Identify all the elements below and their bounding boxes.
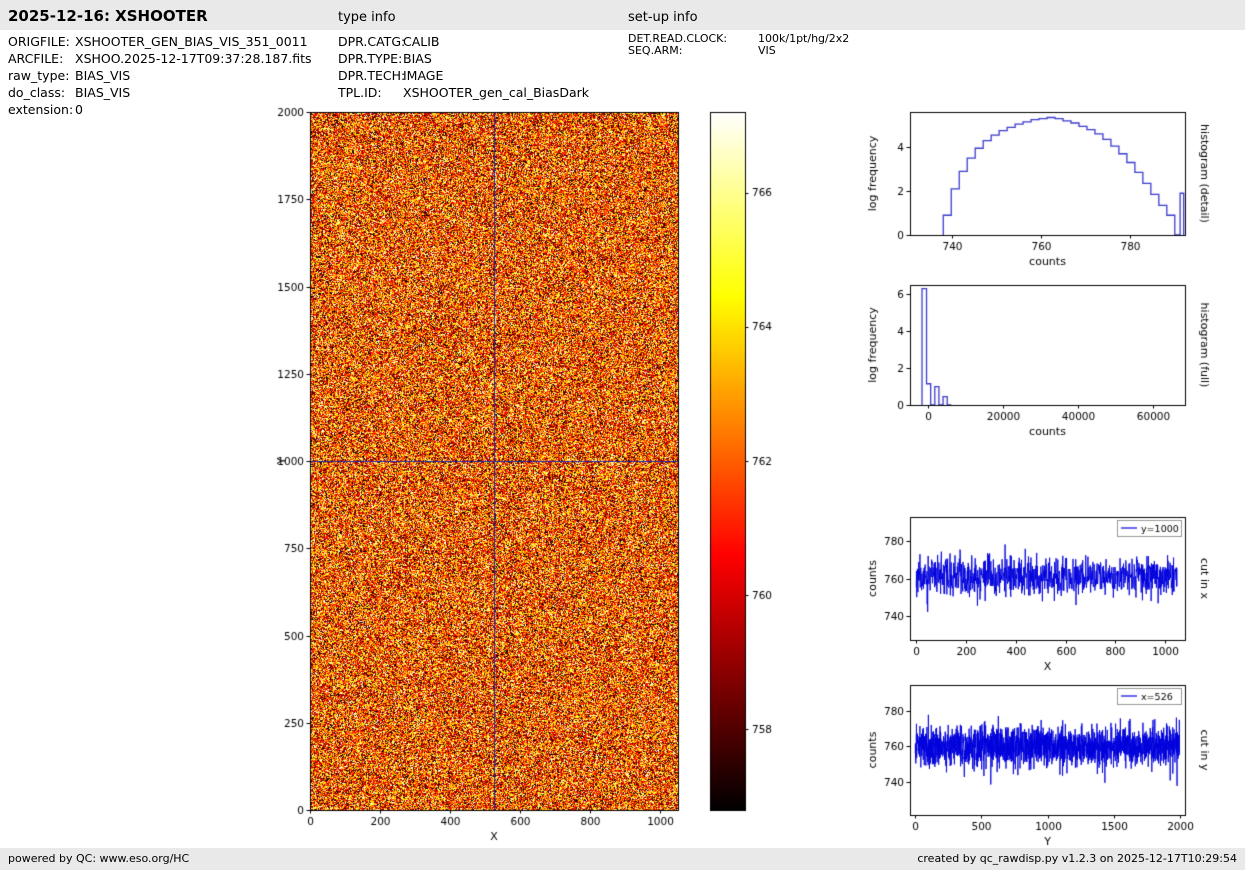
footer-bar: powered by QC: www.eso.org/HC created by…: [0, 848, 1245, 870]
tpl-id-row: TPL.ID: XSHOOTER_gen_cal_BiasDark: [338, 84, 589, 101]
raw-type-value: BIAS_VIS: [75, 68, 131, 83]
seq-arm-row: SEQ.ARM: VIS: [628, 45, 849, 57]
tpl-id-value: XSHOOTER_gen_cal_BiasDark: [403, 85, 589, 100]
arcfile-row: ARCFILE: XSHOO.2025-12-17T09:37:28.187.fi…: [8, 50, 312, 67]
type-info-block: DPR.CATG:CALIB DPR.TYPE:BIAS DPR.TECH:IM…: [338, 33, 589, 101]
tpl-id-label: TPL.ID:: [338, 85, 382, 100]
dpr-catg-row: DPR.CATG:CALIB: [338, 33, 589, 50]
dpr-type-label: DPR.TYPE:: [338, 51, 403, 66]
seq-arm-label: SEQ.ARM:: [628, 44, 683, 57]
origfile-value: XSHOOTER_GEN_BIAS_VIS_351_0011: [75, 34, 308, 49]
dpr-tech-label: DPR.TECH:: [338, 68, 406, 83]
setup-info-header: set-up info: [628, 10, 698, 25]
raw-type-label: raw_type:: [8, 68, 70, 83]
dpr-tech-value: IMAGE: [403, 68, 444, 83]
dpr-type-value: BIAS: [403, 51, 432, 66]
do-class-row: do_class: BIAS_VIS: [8, 84, 312, 101]
arcfile-label: ARCFILE:: [8, 51, 64, 66]
footer-right-text: created by qc_rawdisp.py v1.2.3 on 2025-…: [917, 852, 1237, 865]
page-title: 2025-12-16: XSHOOTER: [8, 7, 208, 25]
dpr-catg-value: CALIB: [403, 34, 440, 49]
setup-info-block: DET.READ.CLOCK: 100k/1pt/hg/2x2 SEQ.ARM: V…: [628, 33, 849, 57]
cut-in-y-chart: [860, 673, 1245, 848]
dpr-tech-row: DPR.TECH:IMAGE: [338, 67, 589, 84]
seq-arm-value: VIS: [758, 44, 776, 57]
cut-in-x-chart: [860, 505, 1245, 677]
histogram-detail-chart: [860, 100, 1245, 272]
bias-image-heatmap: [240, 100, 805, 850]
extension-value: 0: [75, 102, 83, 117]
extension-label: extension:: [8, 102, 74, 117]
do-class-label: do_class:: [8, 85, 66, 100]
origfile-row: ORIGFILE: XSHOOTER_GEN_BIAS_VIS_351_0011: [8, 33, 312, 50]
type-info-header: type info: [338, 10, 396, 25]
raw-type-row: raw_type: BIAS_VIS: [8, 67, 312, 84]
origfile-label: ORIGFILE:: [8, 34, 70, 49]
arcfile-value: XSHOO.2025-12-17T09:37:28.187.fits: [75, 51, 312, 66]
dpr-type-row: DPR.TYPE:BIAS: [338, 50, 589, 67]
dpr-catg-label: DPR.CATG:: [338, 34, 406, 49]
histogram-full-chart: [860, 272, 1245, 444]
footer-left-text: powered by QC: www.eso.org/HC: [8, 852, 190, 865]
do-class-value: BIAS_VIS: [75, 85, 131, 100]
header-bar: 2025-12-16: XSHOOTER type info set-up in…: [0, 0, 1245, 30]
